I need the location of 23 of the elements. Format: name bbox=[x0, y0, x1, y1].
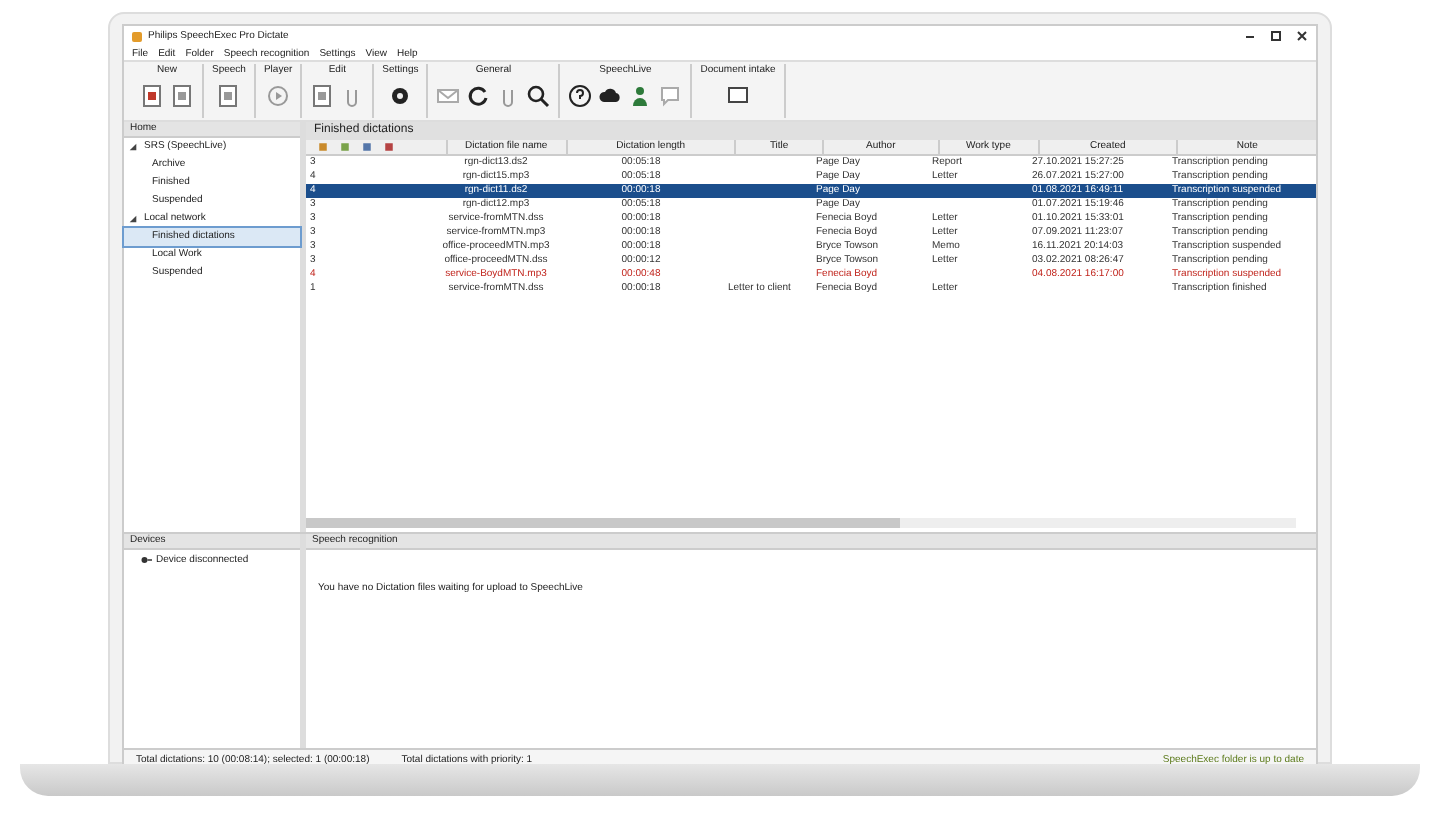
scrollbar[interactable] bbox=[306, 518, 900, 528]
cloud-icon[interactable] bbox=[598, 84, 623, 108]
help-icon[interactable] bbox=[568, 84, 593, 108]
refresh-icon[interactable] bbox=[466, 84, 491, 108]
monitor-icon[interactable] bbox=[726, 84, 750, 108]
close-icon[interactable] bbox=[1296, 30, 1308, 42]
document-icon[interactable] bbox=[140, 84, 164, 108]
maximize-icon[interactable] bbox=[1270, 30, 1282, 42]
column-icon bbox=[318, 142, 328, 152]
search-icon[interactable] bbox=[526, 84, 551, 108]
column-icon bbox=[340, 142, 350, 152]
app-icon bbox=[132, 31, 142, 41]
column-icon bbox=[362, 142, 372, 152]
play-icon[interactable] bbox=[266, 84, 291, 108]
person-icon[interactable] bbox=[628, 84, 653, 108]
document-icon[interactable] bbox=[310, 84, 335, 108]
expander-icon[interactable] bbox=[128, 142, 138, 152]
plug-icon bbox=[140, 554, 152, 566]
document-icon[interactable] bbox=[170, 84, 194, 108]
document-icon[interactable] bbox=[216, 84, 241, 108]
column-icon bbox=[384, 142, 394, 152]
minimize-icon[interactable] bbox=[1244, 30, 1256, 42]
expander-icon[interactable] bbox=[128, 214, 138, 224]
